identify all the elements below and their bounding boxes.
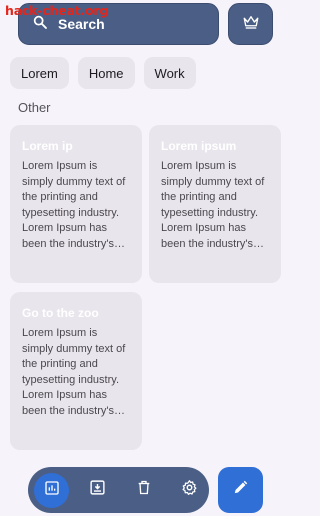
delete-button[interactable] bbox=[126, 473, 161, 508]
chip-work[interactable]: Work bbox=[143, 57, 196, 89]
note-body: Lorem Ipsum is simply dummy text of the … bbox=[161, 160, 265, 250]
chart-icon bbox=[44, 480, 60, 501]
note-body: Lorem Ipsum is simply dummy text of the … bbox=[22, 327, 126, 417]
download-box-icon bbox=[89, 479, 106, 501]
section-title: Other bbox=[18, 100, 51, 115]
settings-button[interactable] bbox=[172, 473, 207, 508]
stats-button[interactable] bbox=[34, 472, 69, 508]
bottom-toolbar bbox=[28, 467, 209, 513]
category-chips: Lorem Home Work bbox=[10, 57, 196, 89]
note-card[interactable]: Go to the zoo Lorem Ipsum is simply dumm… bbox=[10, 292, 142, 450]
note-card[interactable]: Lorem ip Lorem Ipsum is simply dummy tex… bbox=[10, 125, 142, 283]
trash-icon bbox=[136, 479, 152, 501]
chip-home[interactable]: Home bbox=[77, 57, 135, 89]
note-title: Go to the zoo bbox=[22, 306, 99, 320]
note-title: Lorem ipsum bbox=[161, 139, 237, 153]
gear-icon bbox=[181, 479, 198, 501]
search-label: Search bbox=[58, 16, 105, 32]
note-title: Lorem ip bbox=[22, 139, 73, 153]
pencil-icon bbox=[232, 479, 249, 501]
note-body: Lorem Ipsum is simply dummy text of the … bbox=[22, 160, 126, 250]
chip-lorem[interactable]: Lorem bbox=[10, 57, 69, 89]
crown-icon bbox=[242, 14, 260, 35]
premium-button[interactable] bbox=[228, 3, 273, 45]
archive-button[interactable] bbox=[80, 473, 115, 508]
watermark: hack-cheat.org bbox=[5, 3, 109, 18]
note-card[interactable]: Lorem ipsum Lorem Ipsum is simply dummy … bbox=[149, 125, 281, 283]
new-note-button[interactable] bbox=[218, 467, 263, 513]
